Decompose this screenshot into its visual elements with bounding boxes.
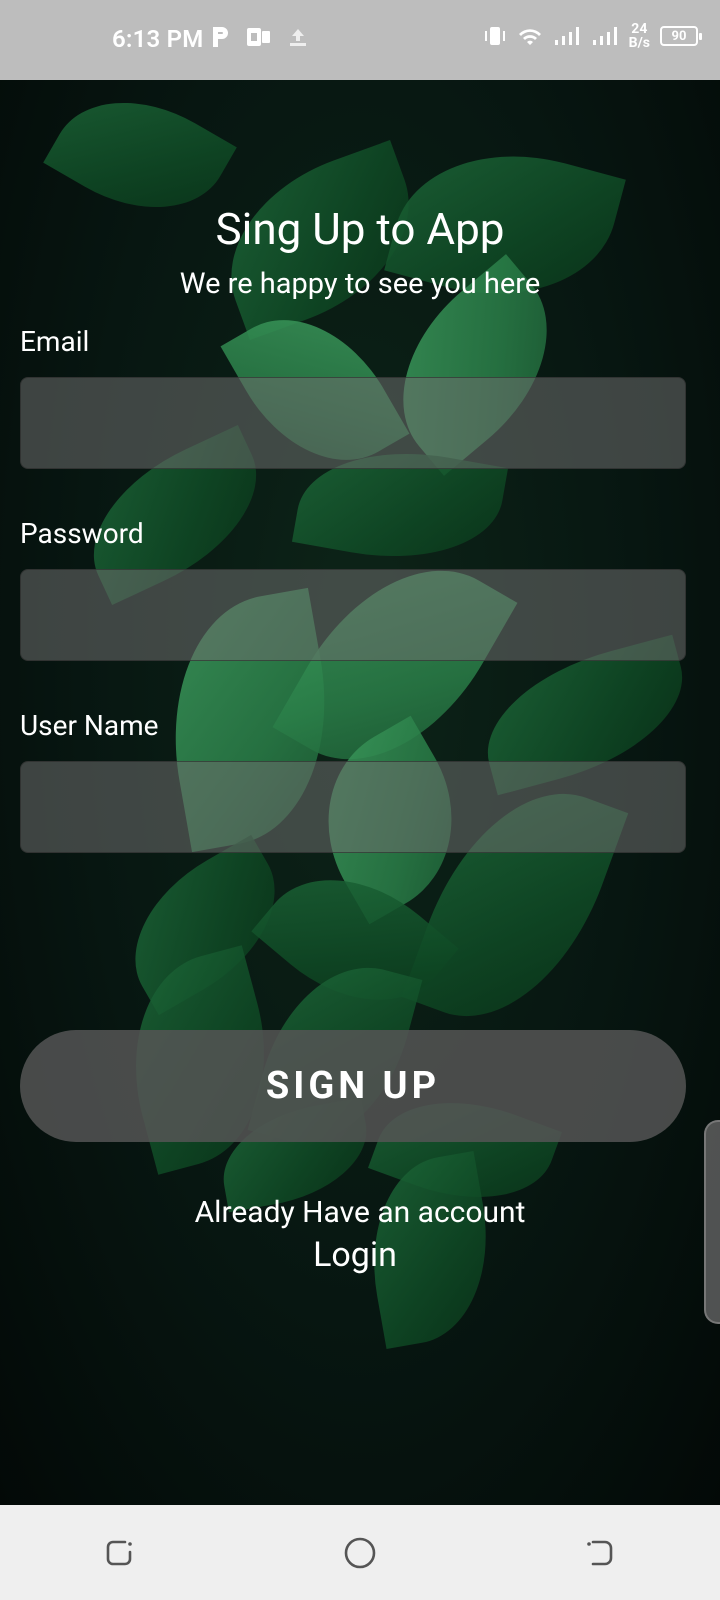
username-label: User Name	[20, 709, 159, 742]
home-icon	[344, 1537, 376, 1568]
home-button[interactable]	[330, 1523, 390, 1583]
battery-level: 90	[671, 28, 687, 44]
signal-icon	[554, 27, 579, 45]
username-field[interactable]	[20, 761, 686, 853]
navigation-bar	[0, 1505, 720, 1600]
status-time: 6:13 PM	[112, 25, 204, 53]
password-field[interactable]	[20, 569, 686, 661]
signup-screen: Sing Up to App We re happy to see you he…	[0, 80, 720, 1505]
recent-apps-button[interactable]	[90, 1523, 150, 1583]
email-field[interactable]	[20, 377, 686, 469]
wifi-icon	[518, 29, 541, 45]
email-label: Email	[20, 325, 90, 358]
page-subtitle: We re happy to see you here	[179, 267, 541, 301]
battery-icon: 90	[660, 26, 702, 46]
vibrate-icon	[484, 27, 505, 45]
signup-button[interactable]: SIGN UP	[20, 1030, 686, 1142]
already-account-text: Already Have an account	[194, 1195, 526, 1230]
back-button[interactable]	[570, 1523, 630, 1583]
edge-panel-handle[interactable]	[704, 1120, 720, 1324]
upload-icon	[290, 29, 306, 46]
login-link[interactable]: Login	[0, 1235, 710, 1275]
app-notification-icon	[247, 28, 270, 46]
p-icon	[213, 27, 228, 47]
password-label: Password	[20, 517, 144, 550]
page-title: Sing Up to App	[215, 203, 505, 255]
network-speed: 24 B/s	[628, 21, 650, 51]
status-bar: 6:13 PM 24 B/s 90	[0, 0, 720, 80]
recent-apps-icon	[106, 1540, 132, 1565]
back-icon	[587, 1540, 613, 1565]
signal-icon	[592, 27, 617, 45]
